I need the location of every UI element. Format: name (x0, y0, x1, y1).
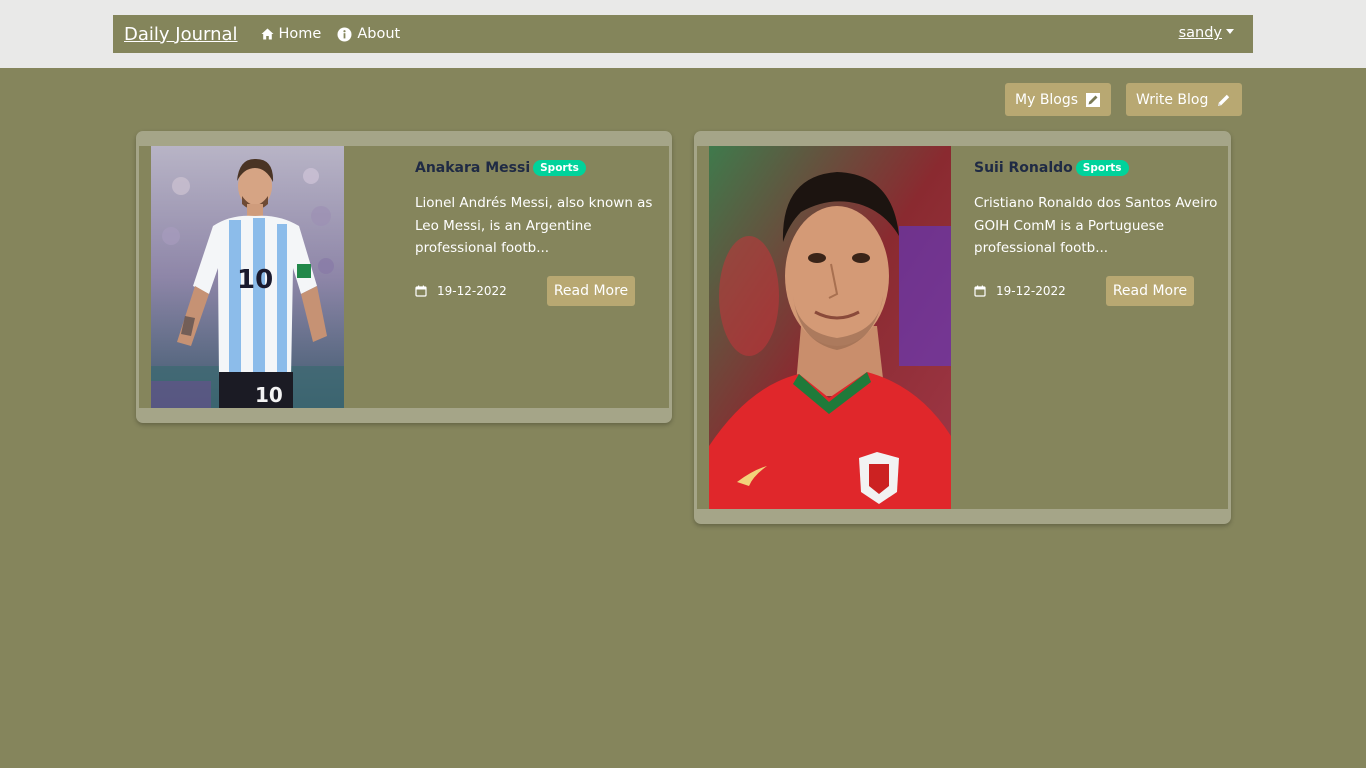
write-blog-label: Write Blog (1136, 91, 1209, 108)
category-badge: Sports (533, 160, 586, 176)
write-blog-button[interactable]: Write Blog (1126, 83, 1242, 116)
blog-card-body: Suii Ronaldo Sports Cristiano Ronaldo do… (697, 146, 1228, 509)
info-icon (337, 27, 352, 41)
blog-image (709, 146, 951, 509)
blog-card-body: 10 10 Anakara Messi Sports Lionel Andrés… (139, 146, 669, 408)
user-name: sandy (1178, 25, 1222, 41)
my-blogs-button[interactable]: My Blogs (1005, 83, 1111, 116)
pencil-icon (1216, 92, 1232, 108)
caret-down-icon (1226, 29, 1234, 34)
nav-about-link[interactable]: About (337, 26, 400, 42)
svg-text:10: 10 (237, 265, 273, 295)
blog-title[interactable]: Suii Ronaldo (974, 160, 1073, 176)
calendar-icon (974, 285, 986, 297)
read-more-button[interactable]: Read More (1106, 275, 1194, 306)
blog-title[interactable]: Anakara Messi (415, 160, 530, 176)
blog-card: 10 10 Anakara Messi Sports Lionel Andrés… (136, 131, 672, 423)
user-dropdown[interactable]: sandy (1179, 25, 1234, 41)
blog-card: Suii Ronaldo Sports Cristiano Ronaldo do… (694, 131, 1231, 524)
brand-link[interactable]: Daily Journal (124, 24, 238, 45)
blog-date: 19-12-2022 (437, 283, 507, 298)
read-more-button[interactable]: Read More (547, 275, 635, 306)
blog-image: 10 10 (151, 146, 344, 408)
blog-date: 19-12-2022 (996, 283, 1066, 298)
nav-home-label: Home (278, 26, 322, 42)
home-icon (261, 28, 274, 40)
nav-home-link[interactable]: Home (261, 26, 322, 42)
category-badge: Sports (1075, 160, 1129, 176)
my-blogs-label: My Blogs (1015, 91, 1079, 108)
calendar-icon (415, 285, 427, 297)
blog-content: Suii Ronaldo Sports Cristiano Ronaldo do… (974, 160, 1224, 306)
blog-excerpt: Cristiano Ronaldo dos Santos Aveiro GOIH… (974, 195, 1218, 256)
nav-about-label: About (357, 26, 401, 42)
pencil-icon (1085, 92, 1101, 108)
blog-excerpt: Lionel Andrés Messi, also known as Leo M… (415, 195, 653, 256)
navbar: Daily Journal Home About sandy (113, 15, 1253, 53)
blog-content: Anakara Messi Sports Lionel Andrés Messi… (415, 160, 661, 306)
top-bar: Daily Journal Home About sandy (0, 0, 1366, 68)
svg-text:10: 10 (255, 383, 283, 407)
